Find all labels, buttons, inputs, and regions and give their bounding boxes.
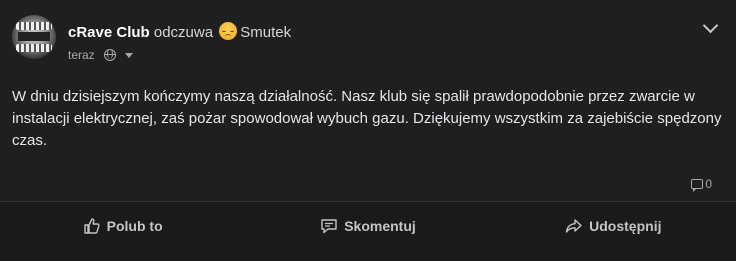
chevron-down-icon[interactable] xyxy=(702,17,719,34)
share-button[interactable]: Udostępnij xyxy=(491,202,736,250)
share-icon xyxy=(565,219,582,233)
feeling-label[interactable]: Smutek xyxy=(240,24,291,41)
post-timestamp[interactable]: teraz xyxy=(68,48,95,62)
post-body-text: W dniu dzisiejszym kończymy naszą działa… xyxy=(12,88,722,149)
post-card: cRave Club odczuwa Smutek teraz W dniu d… xyxy=(0,0,736,261)
avatar-teeth-top xyxy=(16,22,52,30)
action-bar: Polub to Skomentuj Udostępnij xyxy=(0,201,736,261)
post-meta: teraz xyxy=(68,47,134,63)
feeling-prefix: odczuwa xyxy=(153,24,214,41)
like-label: Polub to xyxy=(106,218,163,234)
comment-icon xyxy=(321,219,337,234)
comment-label: Skomentuj xyxy=(344,218,416,234)
caret-down-icon[interactable] xyxy=(125,53,134,58)
comment-button[interactable]: Skomentuj xyxy=(245,202,490,250)
thumbs-up-icon xyxy=(83,218,100,234)
avatar-teeth-bottom xyxy=(16,44,52,52)
page-avatar[interactable] xyxy=(12,15,56,59)
comment-count-value: 0 xyxy=(705,177,712,191)
globe-icon[interactable] xyxy=(104,49,117,61)
comment-bubble-icon xyxy=(691,179,704,192)
share-label: Udostępnij xyxy=(589,218,662,234)
avatar-logo xyxy=(18,32,50,41)
post-header-line: cRave Club odczuwa Smutek xyxy=(68,22,291,43)
like-button[interactable]: Polub to xyxy=(0,202,245,250)
author-name[interactable]: cRave Club xyxy=(68,24,150,41)
sad-face-icon xyxy=(219,22,238,40)
comment-count[interactable]: 0 xyxy=(691,176,712,192)
